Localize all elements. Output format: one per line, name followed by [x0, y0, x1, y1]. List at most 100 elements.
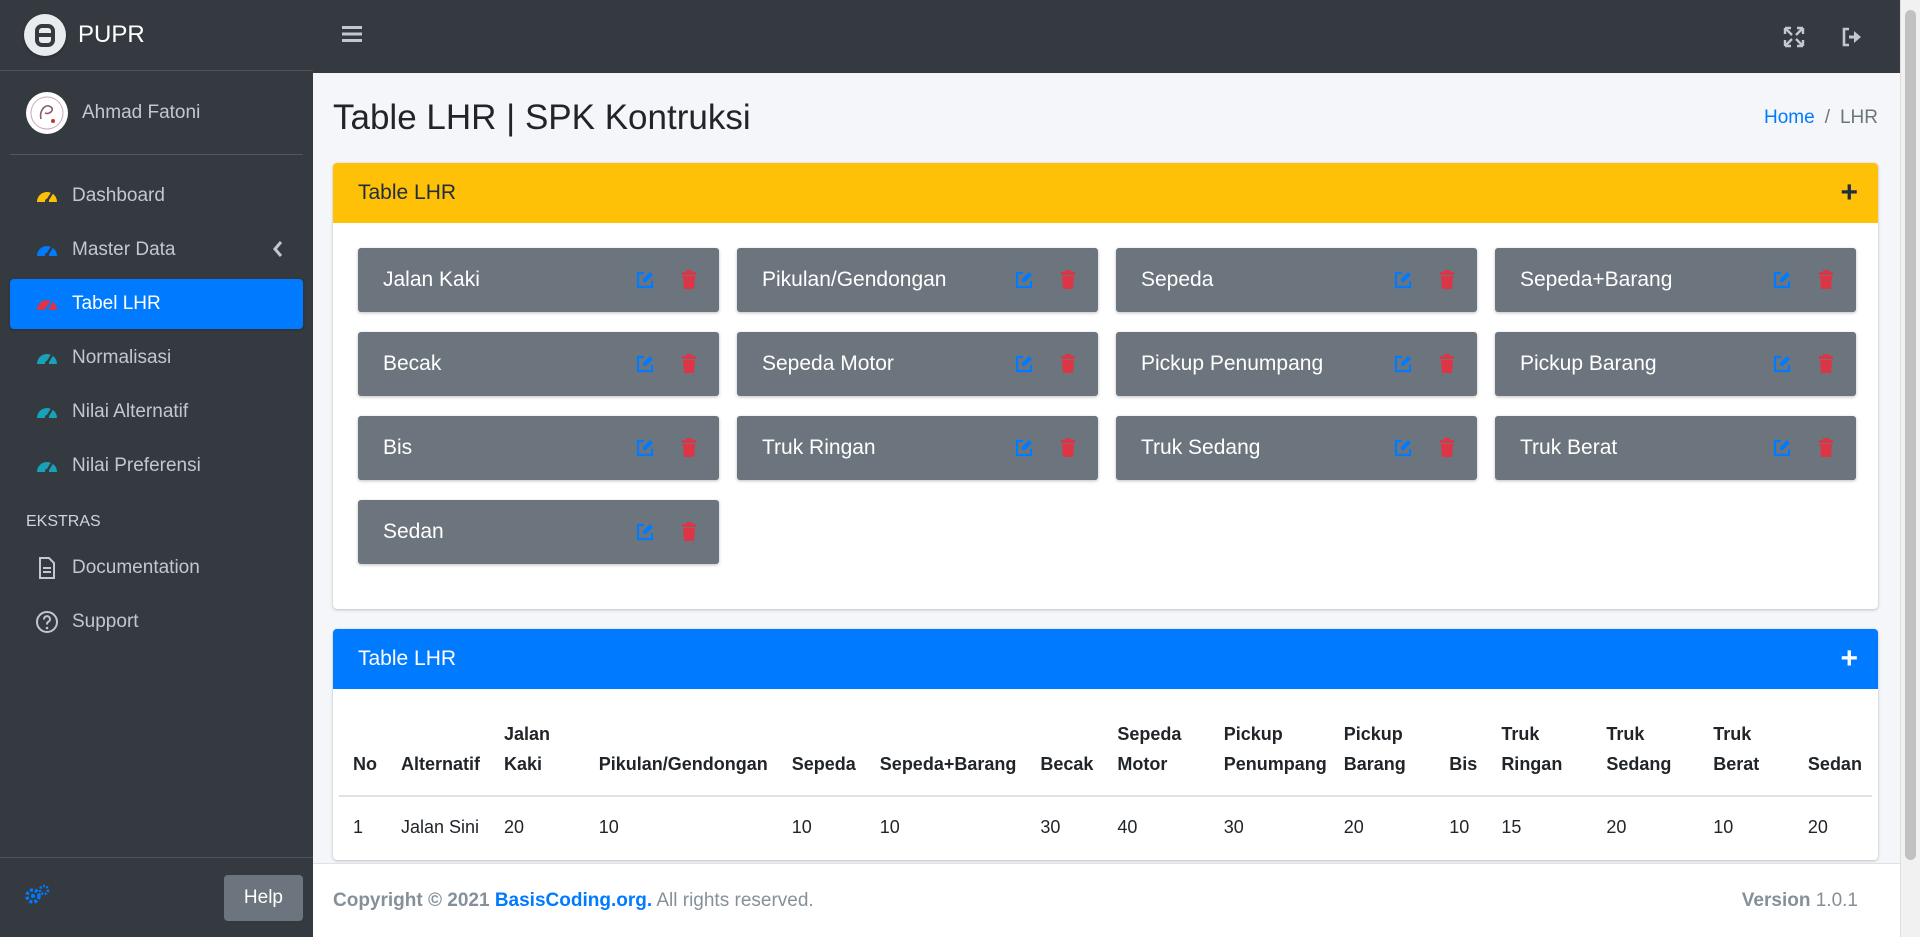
lhr-item-tile: Sepeda Motor	[737, 332, 1098, 396]
tile-label: Bis	[383, 436, 413, 459]
sidebar-item-label: Documentation	[72, 557, 200, 578]
trash-icon[interactable]	[677, 352, 701, 376]
edit-icon[interactable]	[1391, 268, 1415, 292]
sidebar-item-label: Dashboard	[72, 185, 165, 206]
trash-icon[interactable]	[1056, 268, 1080, 292]
table-cell: 20	[1606, 817, 1627, 837]
sidebar-item-label: Master Data	[72, 239, 176, 260]
nav-header-ekstras: EKSTRAS	[26, 513, 101, 530]
cogs-icon[interactable]	[24, 883, 50, 912]
table-body: 1 Jalan Sini 20 10 10 10 30 40 30 20 10 15 20 10 20	[339, 796, 1872, 860]
tile-label: Truk Ringan	[762, 436, 876, 459]
sidebar-item-label: Nilai Alternatif	[72, 401, 189, 422]
table-cell: 40	[1117, 817, 1138, 837]
menu-icon[interactable]	[341, 24, 363, 49]
table-cell: Jalan Sini	[401, 817, 480, 837]
table-header-cell: Sedan	[1793, 709, 1872, 797]
sidebar-item-normalisasi[interactable]: Normalisasi	[10, 333, 303, 383]
trash-icon[interactable]	[677, 520, 701, 544]
sidebar-item-master-data[interactable]: Master Data	[10, 225, 303, 275]
table-cell: 10	[1713, 817, 1734, 837]
sidebar-item-dashboard[interactable]: Dashboard	[10, 171, 303, 221]
trash-icon[interactable]	[1435, 352, 1459, 376]
trash-icon[interactable]	[1056, 352, 1080, 376]
table-header-cell: Alternatif	[387, 709, 491, 797]
edit-icon[interactable]	[1770, 352, 1794, 376]
user-panel[interactable]: Ahmad Fatoni	[10, 71, 303, 155]
edit-icon[interactable]	[1770, 436, 1794, 460]
main-content: Table LHR | SPK Kontruksi Home / LHR Table…	[313, 73, 1900, 863]
edit-icon[interactable]	[633, 352, 657, 376]
card-lhr-tiles: Table LHR + Jalan Kaki Pikulan/Gendongan S…	[333, 163, 1878, 609]
tile-label: Sepeda+Barang	[1520, 268, 1673, 291]
breadcrumb-home-link[interactable]: Home	[1764, 107, 1815, 128]
scrollbar-thumb[interactable]	[1905, 10, 1916, 860]
table-header-cell: Pikulan/Gendongan	[584, 709, 778, 797]
table-cell: 20	[1343, 817, 1364, 837]
sidebar: PUPR Ahmad Fatoni Dashboard Master Data	[0, 0, 313, 937]
lhr-item-tile: Sepeda+Barang	[1495, 248, 1856, 312]
trash-icon[interactable]	[677, 268, 701, 292]
edit-icon[interactable]	[1391, 436, 1415, 460]
trash-icon[interactable]	[1435, 268, 1459, 292]
footer-version: Version 1.0.1	[1742, 890, 1858, 912]
trash-icon[interactable]	[1814, 268, 1838, 292]
sidebar-item-label: Normalisasi	[72, 347, 172, 368]
sidebar-item-nilai-alternatif[interactable]: Nilai Alternatif	[10, 387, 303, 437]
brand-link[interactable]: PUPR	[0, 0, 313, 71]
edit-icon[interactable]	[633, 436, 657, 460]
lhr-item-tile: Truk Sedang	[1116, 416, 1477, 480]
table-cell: 20	[504, 817, 525, 837]
trash-icon[interactable]	[677, 436, 701, 460]
table-header-cell: Truk Sedang	[1592, 709, 1700, 797]
plus-icon[interactable]: +	[1840, 178, 1858, 208]
footer: Copyright © 2021 BasisCoding.org. All ri…	[313, 863, 1900, 937]
footer-copyright: Copyright © 2021 BasisCoding.org. All ri…	[333, 890, 814, 912]
table-cell: 10	[791, 817, 812, 837]
tile-label: Truk Sedang	[1141, 436, 1261, 459]
lhr-item-tile: Truk Berat	[1495, 416, 1856, 480]
tile-label: Sepeda	[1141, 268, 1214, 291]
edit-icon[interactable]	[1012, 352, 1036, 376]
lhr-item-tile: Truk Ringan	[737, 416, 1098, 480]
lhr-table: No Alternatif Jalan Kaki Pikulan/Gendongan S…	[339, 709, 1872, 860]
scrollbar[interactable]	[1900, 0, 1920, 937]
version-label: Version	[1741, 889, 1811, 911]
help-button[interactable]: Help	[223, 874, 303, 921]
card-header: Table LHR +	[333, 629, 1878, 689]
expand-icon[interactable]	[1774, 17, 1814, 57]
table-header-cell: Becak	[1026, 709, 1104, 797]
sidebar-item-documentation[interactable]: Documentation	[10, 543, 303, 593]
edit-icon[interactable]	[633, 520, 657, 544]
plus-icon[interactable]: +	[1840, 644, 1858, 674]
table-cell: 1	[353, 817, 364, 837]
trash-icon[interactable]	[1435, 436, 1459, 460]
edit-icon[interactable]	[1012, 268, 1036, 292]
edit-icon[interactable]	[633, 268, 657, 292]
table-header-cell: Sepeda	[777, 709, 866, 797]
tachometer-icon	[34, 183, 60, 209]
trash-icon[interactable]	[1814, 352, 1838, 376]
sign-out-icon[interactable]	[1832, 17, 1872, 57]
version-value: 1.0.1	[1815, 889, 1858, 911]
trash-icon[interactable]	[1814, 436, 1838, 460]
tile-label: Pickup Penumpang	[1141, 352, 1324, 375]
table-header-cell: Sepeda+Barang	[865, 709, 1027, 797]
table-cell: 30	[1223, 817, 1244, 837]
breadcrumb-current: LHR	[1839, 107, 1878, 128]
user-name[interactable]: Ahmad Fatoni	[82, 102, 200, 124]
edit-icon[interactable]	[1012, 436, 1036, 460]
table-header-row: No Alternatif Jalan Kaki Pikulan/Gendongan S…	[339, 709, 1872, 797]
edit-icon[interactable]	[1770, 268, 1794, 292]
tachometer-icon	[34, 345, 60, 371]
sidebar-item-support[interactable]: Support	[10, 597, 303, 647]
table-cell: 10	[598, 817, 619, 837]
tile-label: Pikulan/Gendongan	[762, 268, 947, 291]
card-lhr-table: Table LHR + No Alternatif Jalan Kaki Pikula…	[333, 629, 1878, 860]
trash-icon[interactable]	[1056, 436, 1080, 460]
sidebar-item-tabel-lhr[interactable]: Tabel LHR	[10, 279, 303, 329]
edit-icon[interactable]	[1391, 352, 1415, 376]
sidebar-item-nilai-preferensi[interactable]: Nilai Preferensi	[10, 441, 303, 491]
footer-link[interactable]: BasisCoding.org.	[495, 890, 652, 911]
topbar	[313, 0, 1900, 73]
